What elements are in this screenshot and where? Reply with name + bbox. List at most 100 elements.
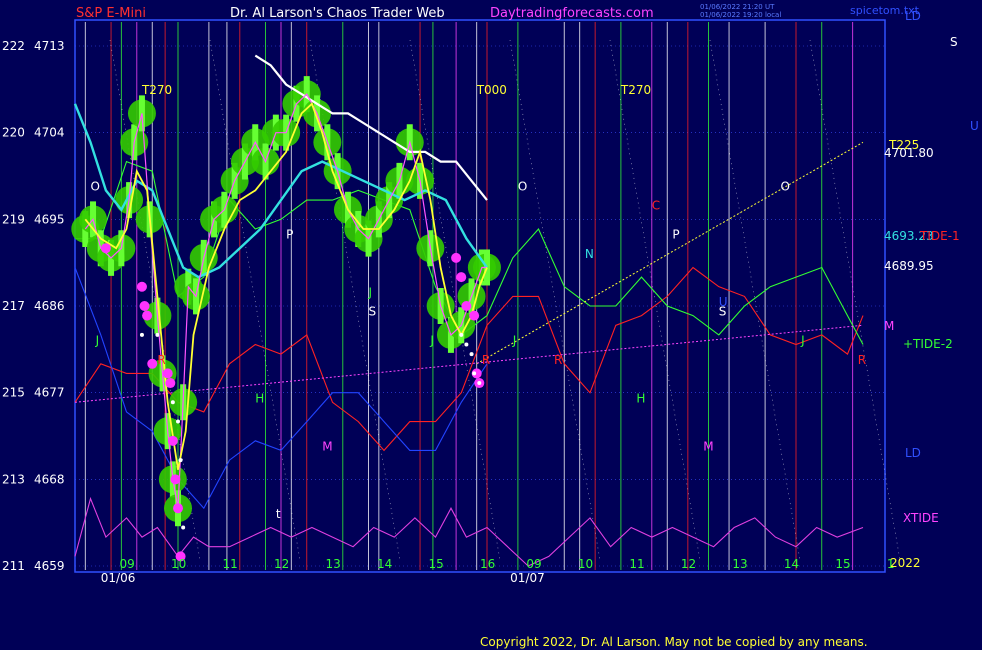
white-dot: [176, 419, 180, 424]
price-bands: [71, 76, 501, 527]
magenta-dot: [173, 503, 183, 514]
event-letter-label: J: [512, 334, 517, 348]
event-letter-label: N: [585, 247, 594, 261]
magenta-dot: [139, 301, 150, 311]
title-label: Dr. Al Larson's Chaos Trader Web: [230, 6, 445, 21]
right-series-label: 4701.80: [884, 146, 934, 160]
event-letter-label: J: [800, 334, 805, 348]
y-tick-left: 220: [2, 126, 25, 140]
x-tick-label: 14: [377, 557, 392, 571]
magenta-dot: [456, 272, 467, 283]
y-tick-left: 222: [2, 39, 25, 53]
site-label: Daytradingforecasts.com: [490, 6, 654, 21]
x-tick-label: 12: [274, 557, 289, 571]
white-dot: [139, 332, 144, 337]
x-tick-label: 15: [429, 557, 444, 571]
right-series-label: LD: [905, 446, 921, 460]
x-tick-label: 09: [120, 557, 135, 571]
right-series-label: S: [950, 35, 958, 49]
dotted-diagonal: [409, 39, 501, 561]
event-letter-label: T270: [141, 83, 172, 97]
y-tick-right: 4668: [34, 472, 65, 486]
dotted-diagonal: [509, 39, 601, 561]
event-letter-label: M: [703, 439, 713, 453]
y-tick-left: 211: [2, 559, 25, 573]
white-dot: [464, 342, 469, 347]
x-date-label: 01/07: [510, 571, 545, 585]
magenta-dot: [147, 358, 158, 369]
right-series-label: M: [884, 319, 894, 333]
x-tick-label: 12: [681, 557, 696, 571]
chart-area: T270 T000 T270O OCOP PNJSUSJ J J JR R R RH HM Mt 222…: [2, 3, 979, 649]
white-dot: [178, 458, 183, 463]
forecast-lines: [74, 160, 864, 567]
white-dot: [181, 525, 186, 530]
white-dot: [477, 381, 482, 386]
x-tick-label: 14: [784, 557, 799, 571]
right-series-label: XTIDE: [903, 511, 939, 525]
event-letter-label: T270: [620, 83, 651, 97]
magenta-dot: [136, 281, 147, 292]
event-letter-label: O: [90, 179, 99, 193]
white-dot: [170, 400, 175, 405]
white-dot: [459, 332, 464, 337]
x-tick-label: 10: [171, 557, 186, 571]
stamp-1: 01/06/2022 21:20 UT: [700, 3, 775, 11]
magenta-dot: [461, 301, 472, 311]
right-series-label: U: [970, 119, 979, 133]
y-tick-right: 4695: [34, 212, 65, 226]
y-tick-right: 4704: [34, 126, 65, 140]
y-tick-left: 213: [2, 472, 25, 486]
dotted-diagonal: [809, 39, 901, 561]
magenta-dot: [451, 252, 462, 263]
source-label: spicetom.txt: [850, 4, 920, 17]
x-date-label: 01/06: [101, 571, 136, 585]
magenta-dot: [165, 378, 176, 389]
event-letter-label: H: [636, 391, 645, 405]
y-tick-left: 217: [2, 299, 25, 313]
right-series-label: TIDE-1: [919, 229, 960, 243]
x-tick-label: 13: [326, 557, 341, 571]
y-tick-right: 4677: [34, 386, 65, 400]
white-dot: [469, 352, 474, 357]
event-letter-label: H: [255, 391, 264, 405]
x-tick-label: 10: [578, 557, 593, 571]
event-letter-label: J: [95, 334, 100, 348]
magenta-dot: [162, 368, 173, 379]
magenta-dot: [100, 243, 111, 254]
y-tick-left: 219: [2, 212, 25, 226]
event-letter-label: P: [286, 228, 293, 242]
event-letter-label: R: [482, 353, 490, 367]
marker-dots: [100, 243, 485, 562]
event-letter-label: C: [652, 199, 660, 213]
event-letter-label: O: [518, 179, 527, 193]
event-letter-label: J: [429, 334, 434, 348]
event-letter-label: O: [781, 179, 790, 193]
y-tick-right: 4686: [34, 299, 65, 313]
x-tick-label: 13: [732, 557, 747, 571]
dotted-diagonal: [609, 39, 701, 561]
event-letter-label: R: [858, 353, 866, 367]
symbol-label: S&P E-Mini: [76, 6, 146, 21]
forecast-line: [74, 496, 864, 567]
stamp-2: 01/06/2022 19:20 local: [700, 11, 781, 19]
event-letter-label: T000: [476, 83, 507, 97]
magenta-dot: [167, 435, 178, 446]
white-dot: [472, 371, 477, 376]
y-tick-left: 215: [2, 386, 25, 400]
copyright-label: Copyright 2022, Dr. Al Larson. May not b…: [480, 635, 868, 649]
event-letter-label: t: [276, 507, 281, 521]
x-tick-label: 11: [223, 557, 238, 571]
event-letter-label: S: [719, 305, 727, 319]
white-dot: [155, 332, 160, 337]
x-tick-label: 11: [629, 557, 644, 571]
right-series-label: 4689.95: [884, 259, 934, 273]
magenta-dot: [469, 310, 480, 321]
event-letter-label: R: [554, 353, 562, 367]
y-tick-right: 4713: [34, 39, 65, 53]
magenta-dot: [142, 310, 153, 321]
event-letter-label: R: [157, 353, 165, 367]
event-letter-label: P: [672, 228, 679, 242]
y-tick-right: 4659: [34, 559, 65, 573]
year-label: 2022: [890, 556, 921, 570]
